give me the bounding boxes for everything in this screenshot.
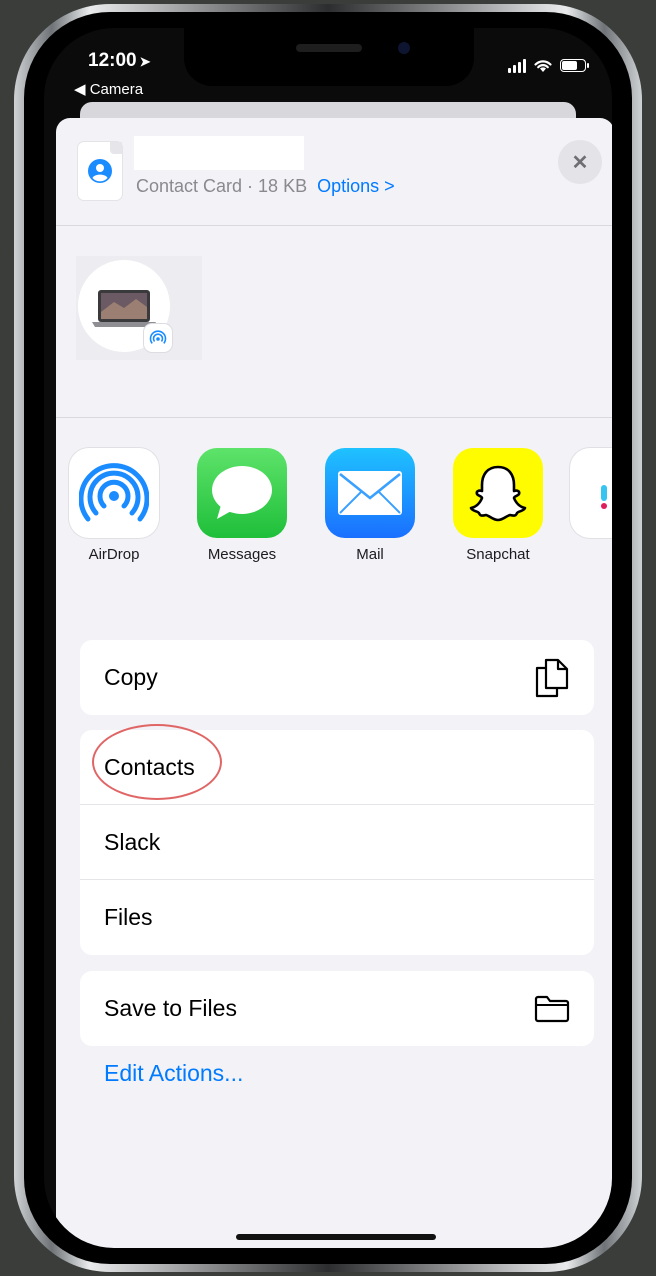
files-action[interactable]: Files (80, 880, 594, 955)
share-sheet: Contact Card · 18 KB Options > ✕ AirDrop… (56, 118, 612, 1248)
app-slack-partial[interactable] (570, 448, 612, 538)
status-time: 12:00 ➤ (88, 50, 151, 72)
file-size-label: Contact Card · 18 KB (136, 176, 308, 196)
close-icon: ✕ (571, 151, 589, 174)
copy-group: Copy (80, 640, 594, 715)
app-label: Snapchat (466, 546, 530, 563)
app-label: Messages (207, 546, 277, 563)
app-airdrop[interactable]: AirDrop (58, 448, 170, 563)
share-apps-row: AirDrop Messages Mail Snapchat (56, 448, 612, 588)
phone-screen: 12:00 ➤ ◀ Camera Contact Card · 18 KB Op… (44, 28, 612, 1248)
wifi-icon (534, 60, 552, 72)
contact-card-file-icon (78, 142, 122, 200)
airdrop-badge-icon (144, 324, 172, 352)
home-indicator[interactable] (236, 1234, 436, 1240)
person-icon (88, 159, 112, 183)
copy-label: Copy (104, 664, 158, 690)
cellular-signal-icon (508, 58, 526, 73)
front-camera (398, 42, 410, 54)
close-button[interactable]: ✕ (558, 140, 602, 184)
status-icons (508, 58, 589, 73)
redacted-contact-name (134, 136, 304, 170)
app-label: AirDrop (88, 546, 140, 563)
slack-label: Slack (104, 828, 161, 855)
highlight-annotation-circle (92, 724, 222, 800)
share-sheet-header: Contact Card · 18 KB Options > ✕ (56, 118, 612, 226)
mail-icon (325, 448, 415, 538)
save-to-files-action[interactable]: Save to Files (80, 971, 594, 1046)
location-arrow-icon: ➤ (139, 54, 151, 69)
save-to-files-label: Save to Files (104, 995, 237, 1021)
save-group: Save to Files (80, 971, 594, 1046)
app-snapchat[interactable]: Snapchat (442, 448, 554, 563)
back-to-camera-link[interactable]: ◀ Camera (74, 80, 143, 98)
app-label: Mail (356, 546, 384, 563)
slack-action[interactable]: Slack (80, 805, 594, 880)
airdrop-icon (69, 448, 159, 538)
options-link[interactable]: Options > (317, 176, 395, 196)
copy-icon (535, 658, 569, 697)
copy-action[interactable]: Copy (80, 640, 594, 715)
edit-actions-link[interactable]: Edit Actions... (104, 1060, 243, 1087)
files-label: Files (104, 904, 153, 930)
speaker (296, 44, 362, 52)
time-label: 12:00 (88, 50, 137, 71)
battery-icon (560, 59, 589, 72)
folder-icon (534, 995, 570, 1022)
app-messages[interactable]: Messages (186, 448, 298, 563)
messages-icon (197, 448, 287, 538)
slack-icon (570, 448, 612, 538)
file-meta: Contact Card · 18 KB Options > (136, 176, 395, 197)
notch (184, 28, 474, 86)
app-mail[interactable]: Mail (314, 448, 426, 563)
snapchat-icon (453, 448, 543, 538)
